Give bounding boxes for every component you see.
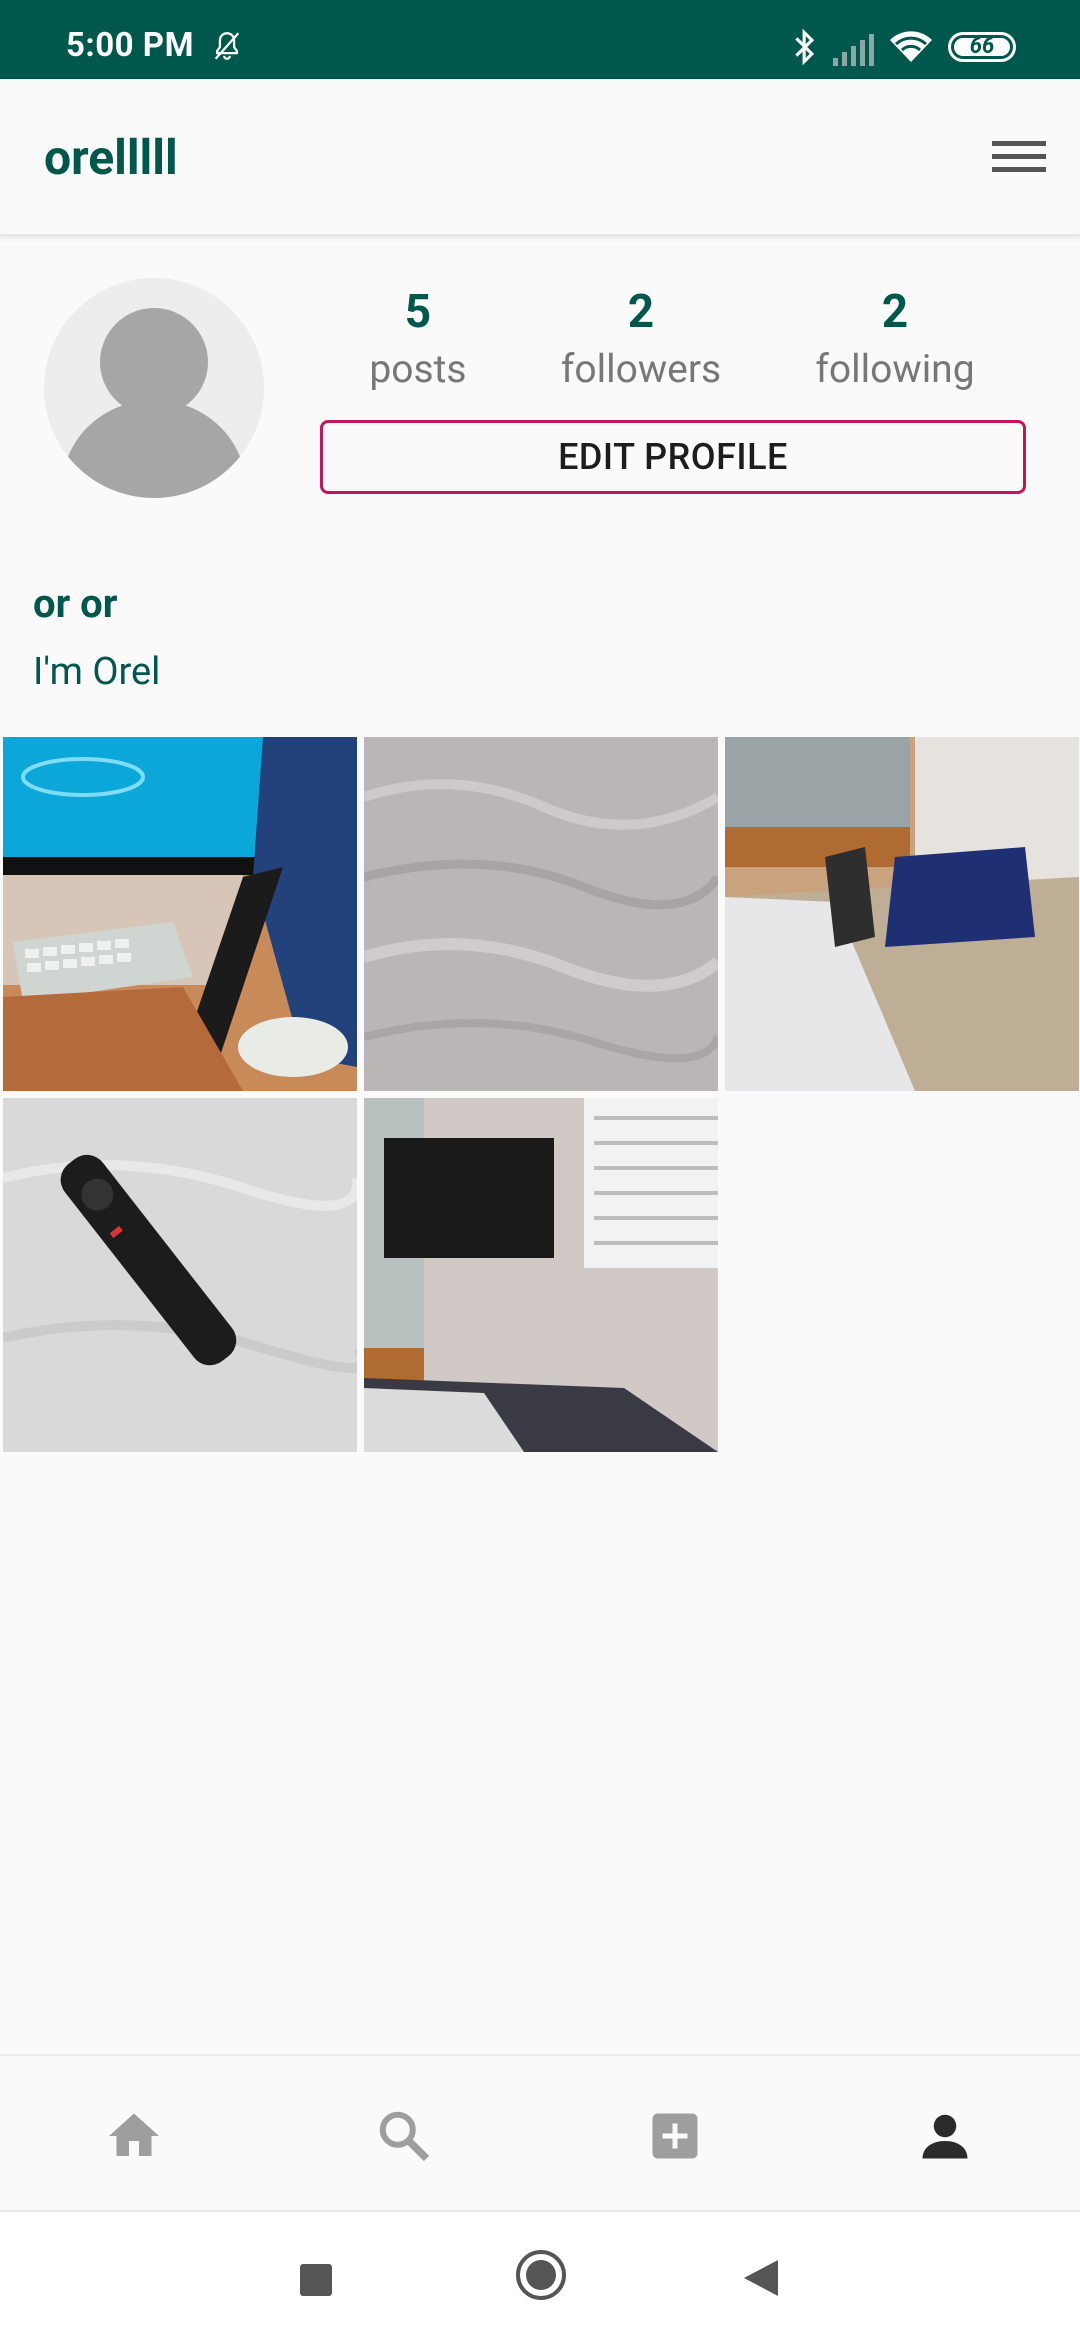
post-thumbnail-1[interactable] <box>3 737 357 1091</box>
avatar[interactable] <box>44 278 264 498</box>
battery-level: 66 <box>969 34 995 59</box>
profile-icon[interactable] <box>915 2106 975 2166</box>
bedroom-bags-image <box>725 737 1079 1091</box>
edit-profile-button[interactable]: EDIT PROFILE <box>320 420 1026 494</box>
gray-fabric-image <box>364 737 718 1091</box>
profile-bio: I'm Orel <box>33 650 161 694</box>
wall-tv-window-image <box>364 1098 718 1452</box>
default-avatar-icon <box>44 278 264 498</box>
bell-off-icon <box>214 32 240 60</box>
bottom-navigation <box>0 2054 1080 2212</box>
hamburger-menu-icon[interactable] <box>990 137 1048 177</box>
status-bar: 5:00 PM 66 <box>0 0 1080 79</box>
signal-icon <box>833 34 874 66</box>
home-icon[interactable] <box>104 2106 164 2166</box>
following-label: following <box>815 346 975 392</box>
posts-label: posts <box>369 346 467 392</box>
tv-remote-image <box>3 1098 357 1452</box>
profile-full-name: or or <box>33 580 118 627</box>
posts-count: 5 <box>404 285 432 339</box>
following-count: 2 <box>881 285 909 339</box>
stat-followers[interactable]: 2 followers <box>541 286 741 395</box>
add-post-icon[interactable] <box>645 2106 705 2166</box>
app-bar: orelllll <box>0 79 1080 236</box>
status-time: 5:00 PM <box>66 26 194 65</box>
post-thumbnail-4[interactable] <box>3 1098 357 1452</box>
stat-following[interactable]: 2 following <box>795 286 995 395</box>
profile-username-title: orelllll <box>44 129 178 186</box>
followers-count: 2 <box>627 285 655 339</box>
battery-icon: 66 <box>948 32 1016 62</box>
back-icon[interactable] <box>742 2258 780 2298</box>
bluetooth-icon <box>795 28 815 66</box>
post-thumbnail-2[interactable] <box>364 737 718 1091</box>
followers-label: followers <box>560 346 722 392</box>
post-thumbnail-5[interactable] <box>364 1098 718 1452</box>
wifi-icon <box>890 31 932 62</box>
home-circle-icon[interactable] <box>514 2248 568 2302</box>
recents-icon[interactable] <box>299 2263 333 2297</box>
system-navigation-bar <box>0 2210 1080 2342</box>
stat-posts[interactable]: 5 posts <box>318 286 518 395</box>
search-icon[interactable] <box>374 2106 434 2166</box>
imac-desk-backpack-image <box>3 737 357 1091</box>
post-thumbnail-3[interactable] <box>725 737 1079 1091</box>
